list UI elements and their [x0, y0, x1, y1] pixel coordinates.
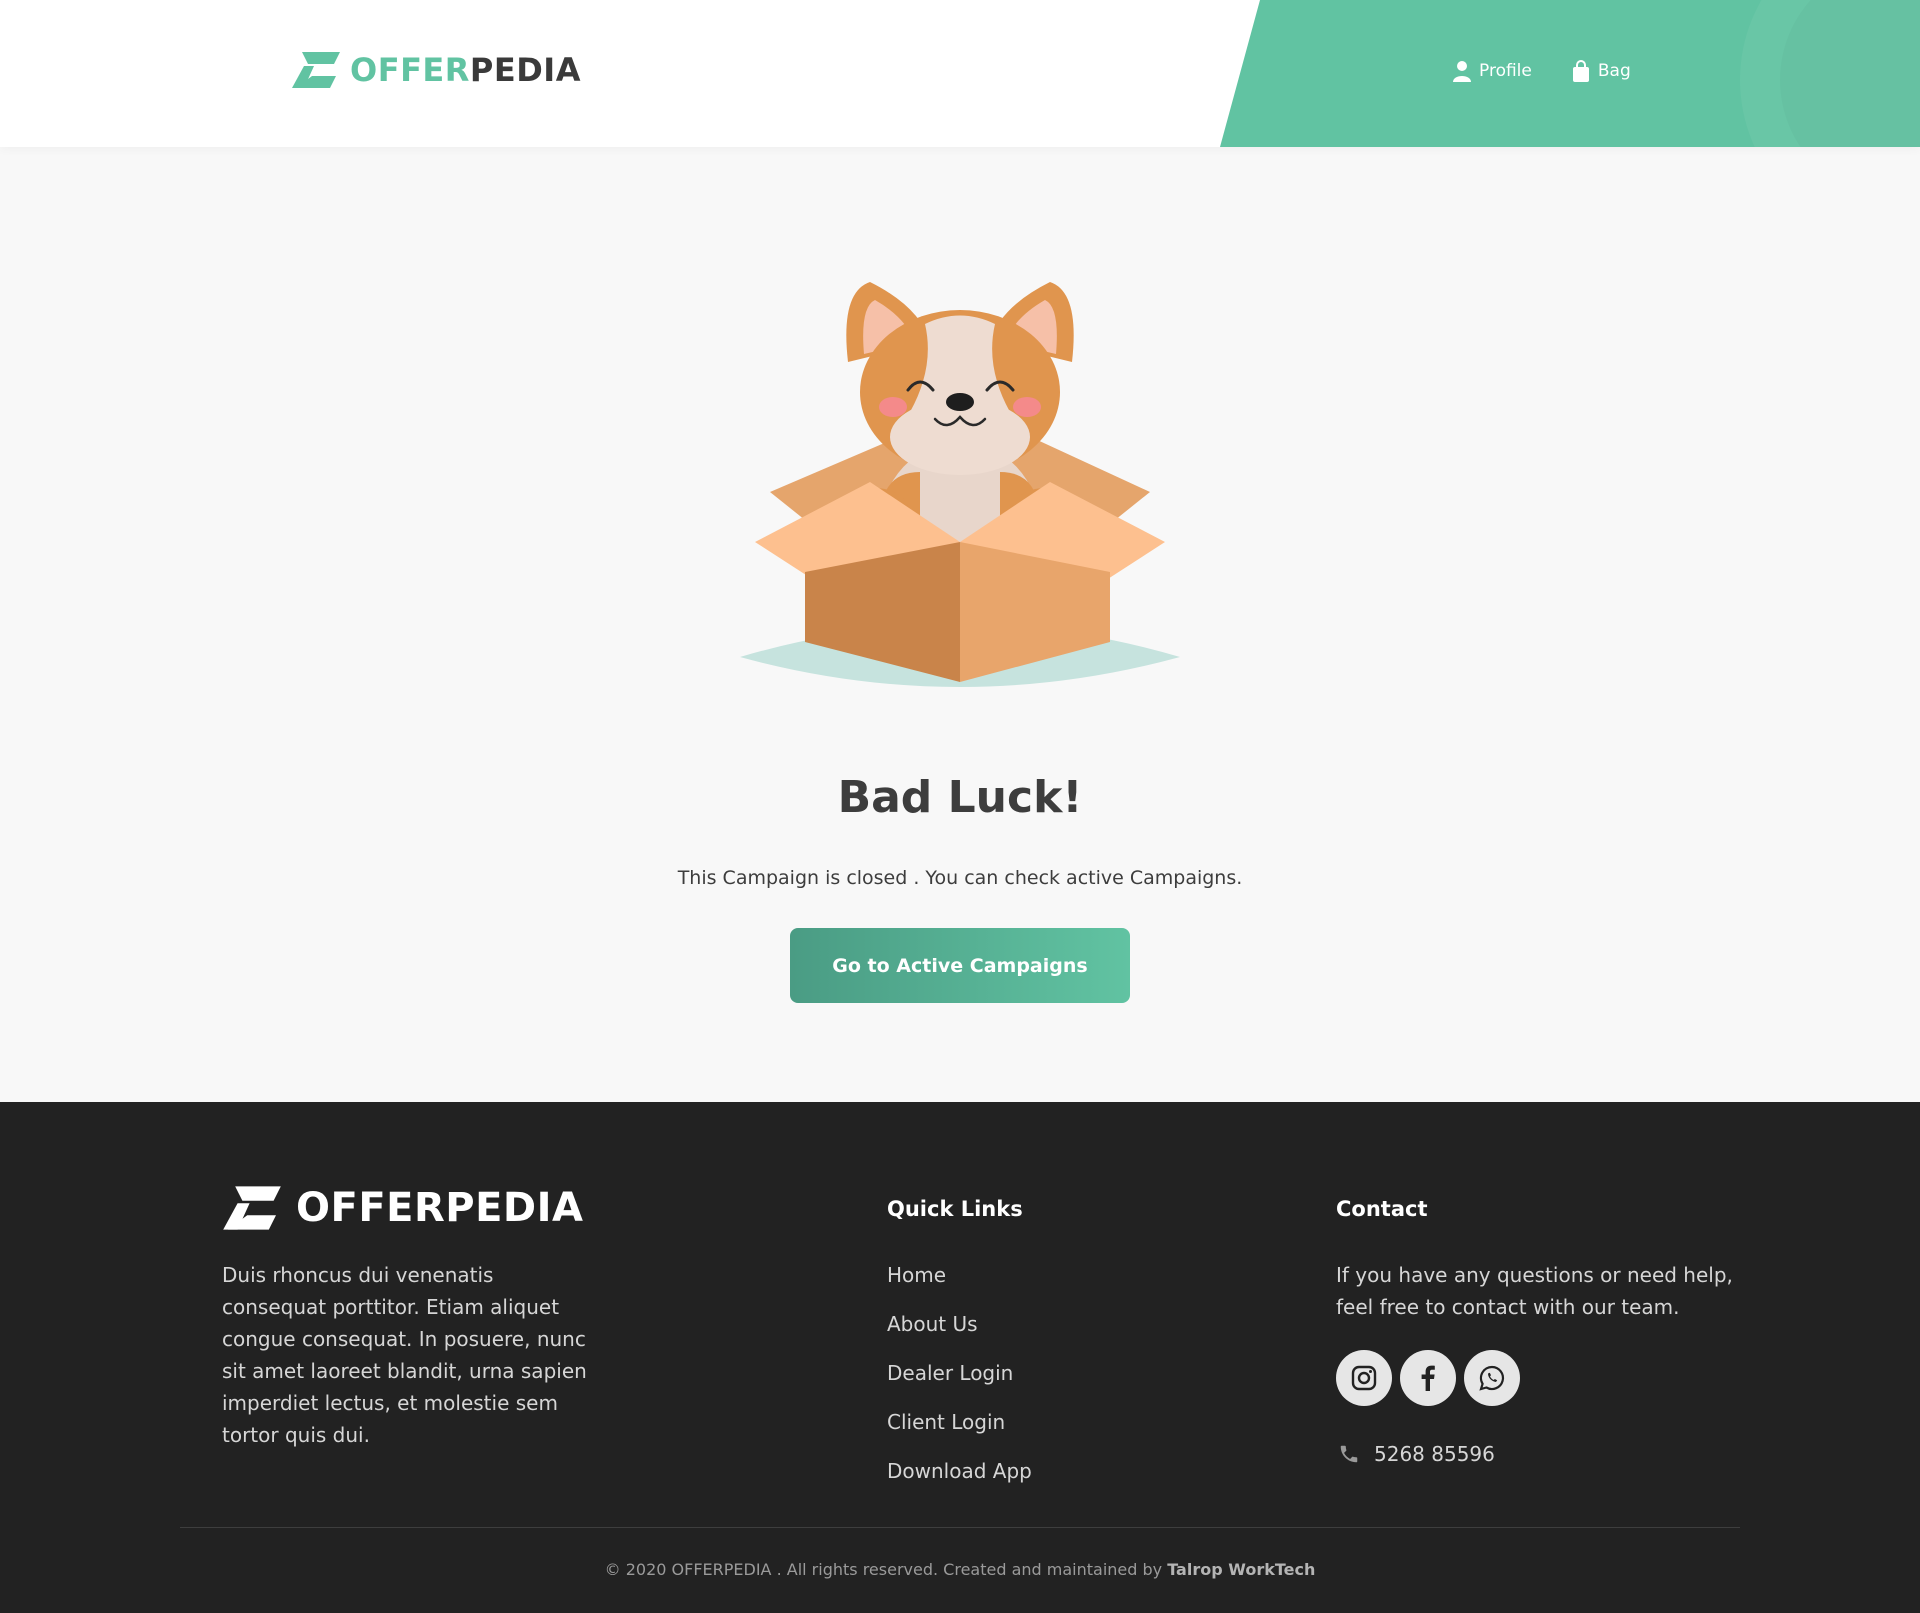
footer-divider — [180, 1527, 1740, 1528]
contact-text: If you have any questions or need help, … — [1336, 1263, 1733, 1319]
site-footer: OFFERPEDIA Duis rhoncus dui venenatis co… — [0, 1102, 1920, 1613]
site-header: OFFERPEDIA Profile Bag — [0, 0, 1920, 147]
site-logo[interactable]: OFFERPEDIA — [290, 50, 581, 90]
dog-in-box-illustration — [740, 282, 1180, 687]
page-title: Bad Luck! — [837, 772, 1083, 823]
company-link[interactable]: Talrop WorkTech — [1167, 1560, 1315, 1579]
footer-phone[interactable]: 5268 85596 — [1338, 1442, 1495, 1466]
social-links — [1336, 1350, 1520, 1406]
copyright: © 2020 OFFERPEDIA . All rights reserved.… — [0, 1560, 1920, 1579]
phone-icon — [1340, 1445, 1358, 1463]
header-decor-circle — [1780, 0, 1920, 147]
whatsapp-icon — [1479, 1365, 1504, 1391]
nav-bag[interactable]: Bag — [1572, 60, 1631, 82]
footer-logo-text: OFFERPEDIA — [296, 1185, 584, 1231]
instagram-icon — [1351, 1365, 1377, 1391]
footer-link-home[interactable]: Home — [887, 1259, 1032, 1308]
quick-links-title: Quick Links — [887, 1197, 1023, 1221]
quick-links-list: Home About Us Dealer Login Client Login … — [887, 1259, 1032, 1504]
footer-link-download-app[interactable]: Download App — [887, 1455, 1032, 1504]
footer-link-dealer-login[interactable]: Dealer Login — [887, 1357, 1032, 1406]
user-icon — [1453, 61, 1471, 82]
logo-mark-icon — [223, 1186, 281, 1230]
header-nav: Profile Bag — [1453, 60, 1631, 82]
logo-mark-icon — [292, 52, 340, 88]
shopping-bag-icon — [1572, 60, 1589, 82]
facebook-icon — [1421, 1365, 1435, 1391]
instagram-button[interactable] — [1336, 1350, 1392, 1406]
phone-number: 5268 85596 — [1374, 1442, 1495, 1466]
whatsapp-button[interactable] — [1464, 1350, 1520, 1406]
footer-logo[interactable]: OFFERPEDIA — [220, 1184, 583, 1232]
footer-link-client-login[interactable]: Client Login — [887, 1406, 1032, 1455]
nav-profile-label: Profile — [1479, 61, 1532, 81]
main-content: Bad Luck! This Campaign is closed . You … — [0, 147, 1920, 1102]
closed-message: This Campaign is closed . You can check … — [677, 867, 1243, 889]
go-to-active-campaigns-button[interactable]: Go to Active Campaigns — [790, 928, 1130, 1003]
footer-link-about-us[interactable]: About Us — [887, 1308, 1032, 1357]
nav-profile[interactable]: Profile — [1453, 60, 1532, 82]
copyright-text: © 2020 OFFERPEDIA . All rights reserved.… — [604, 1560, 1163, 1579]
facebook-button[interactable] — [1400, 1350, 1456, 1406]
logo-text: OFFERPEDIA — [350, 51, 581, 89]
footer-about-text: Duis rhoncus dui venenatis consequat por… — [222, 1263, 587, 1447]
contact-title: Contact — [1336, 1197, 1428, 1221]
nav-bag-label: Bag — [1597, 61, 1631, 81]
